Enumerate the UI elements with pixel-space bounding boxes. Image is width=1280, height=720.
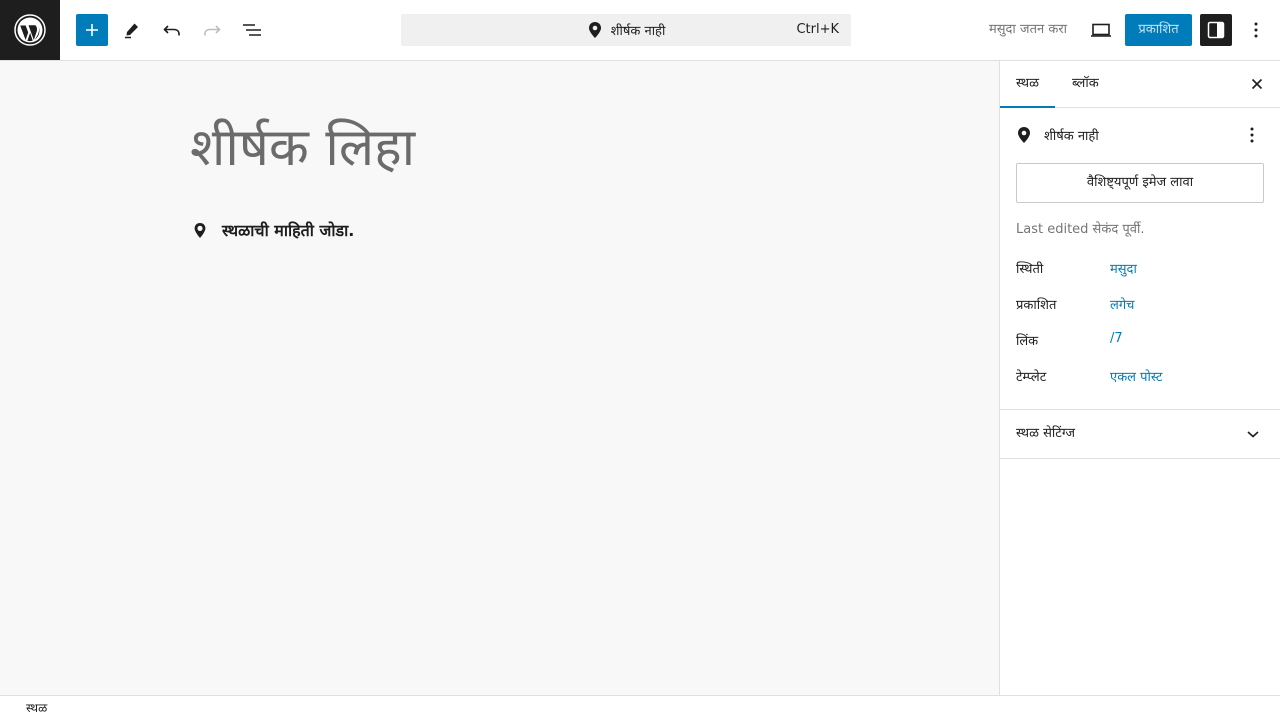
sidebar-icon xyxy=(1207,21,1225,39)
preview-button[interactable] xyxy=(1085,14,1117,46)
publish-button[interactable]: प्रकाशित xyxy=(1125,14,1192,46)
publish-date-button[interactable]: लगेच xyxy=(1110,295,1134,313)
chevron-down-icon xyxy=(1241,422,1265,446)
map-pin-icon xyxy=(1018,127,1030,143)
panel-title: स्थळ सेटिंग्ज xyxy=(1016,426,1075,441)
link-label: लिंक xyxy=(1016,334,1039,349)
link-row: लिंक /7 xyxy=(1016,331,1266,351)
command-bar-content: शीर्षक नाही xyxy=(401,14,851,46)
post-title-input[interactable]: शीर्षक लिहा xyxy=(190,117,415,179)
tab-post[interactable]: स्थळ xyxy=(1000,61,1055,108)
set-featured-image-button[interactable]: वैशिष्ट्यपूर्ण इमेज लावा xyxy=(1016,163,1264,203)
more-vertical-icon xyxy=(1254,22,1258,38)
location-prompt-text: स्थळाची माहिती जोडा. xyxy=(222,221,355,240)
permalink-button[interactable]: /7 xyxy=(1110,331,1123,346)
settings-toggle-button[interactable] xyxy=(1200,14,1232,46)
post-actions-button[interactable] xyxy=(1240,123,1264,147)
post-summary-header: शीर्षक नाही xyxy=(1016,123,1272,147)
keyboard-shortcut: Ctrl+K xyxy=(796,22,839,37)
pen-icon xyxy=(125,23,138,39)
template-button[interactable]: एकल पोस्ट xyxy=(1110,367,1162,385)
editor-canvas: शीर्षक लिहा स्थळाची माहिती जोडा. xyxy=(0,61,999,695)
location-settings-panel-toggle[interactable]: स्थळ सेटिंग्ज xyxy=(1000,410,1280,458)
redo-icon xyxy=(204,25,221,36)
redo-button[interactable] xyxy=(196,14,228,46)
close-sidebar-button[interactable] xyxy=(1245,72,1269,96)
plus-icon xyxy=(86,24,98,36)
status-label: स्थिती xyxy=(1016,262,1044,277)
add-block-button[interactable] xyxy=(76,14,108,46)
publish-row: प्रकाशित लगेच xyxy=(1016,295,1266,315)
status-row: स्थिती मसुदा xyxy=(1016,259,1266,279)
laptop-icon xyxy=(1091,23,1111,37)
more-vertical-icon xyxy=(1250,127,1254,143)
command-palette-button[interactable]: शीर्षक नाही Ctrl+K xyxy=(401,14,851,46)
location-block[interactable]: स्थळाची माहिती जोडा. xyxy=(190,219,354,241)
close-icon xyxy=(1251,78,1263,90)
tab-block[interactable]: ब्लॉक xyxy=(1056,61,1115,108)
wordpress-icon xyxy=(14,14,46,46)
publish-label: प्रकाशित xyxy=(1016,298,1057,313)
list-view-icon xyxy=(243,24,261,36)
post-summary-title: शीर्षक नाही xyxy=(1044,129,1099,144)
map-pin-icon xyxy=(588,22,601,38)
location-pin-icon xyxy=(194,223,206,238)
options-button[interactable] xyxy=(1240,14,1272,46)
wordpress-logo-button[interactable] xyxy=(0,0,60,60)
tools-button[interactable] xyxy=(116,14,148,46)
undo-button[interactable] xyxy=(156,14,188,46)
last-edited-text: Last edited सेकंद पूर्वी. xyxy=(1016,222,1145,237)
editor-header: शीर्षक नाही Ctrl+K मसुदा जतन करा प्रकाशि… xyxy=(0,0,1280,61)
save-draft-button[interactable]: मसुदा जतन करा xyxy=(982,14,1074,46)
undo-icon xyxy=(163,25,180,36)
block-breadcrumb[interactable]: स्थळ xyxy=(18,696,55,720)
status-value-button[interactable]: मसुदा xyxy=(1110,259,1137,277)
sidebar-tabs: स्थळ ब्लॉक xyxy=(1000,61,1280,108)
editor-footer: स्थळ xyxy=(0,695,1280,720)
template-row: टेम्प्लेट एकल पोस्ट xyxy=(1016,367,1266,387)
settings-sidebar: स्थळ ब्लॉक शीर्षक नाही वैशिष्ट्यपूर्ण इम… xyxy=(999,61,1280,695)
template-label: टेम्प्लेट xyxy=(1016,370,1047,385)
divider xyxy=(1000,458,1280,459)
command-bar-title: शीर्षक नाही xyxy=(610,24,666,39)
list-view-button[interactable] xyxy=(236,14,268,46)
